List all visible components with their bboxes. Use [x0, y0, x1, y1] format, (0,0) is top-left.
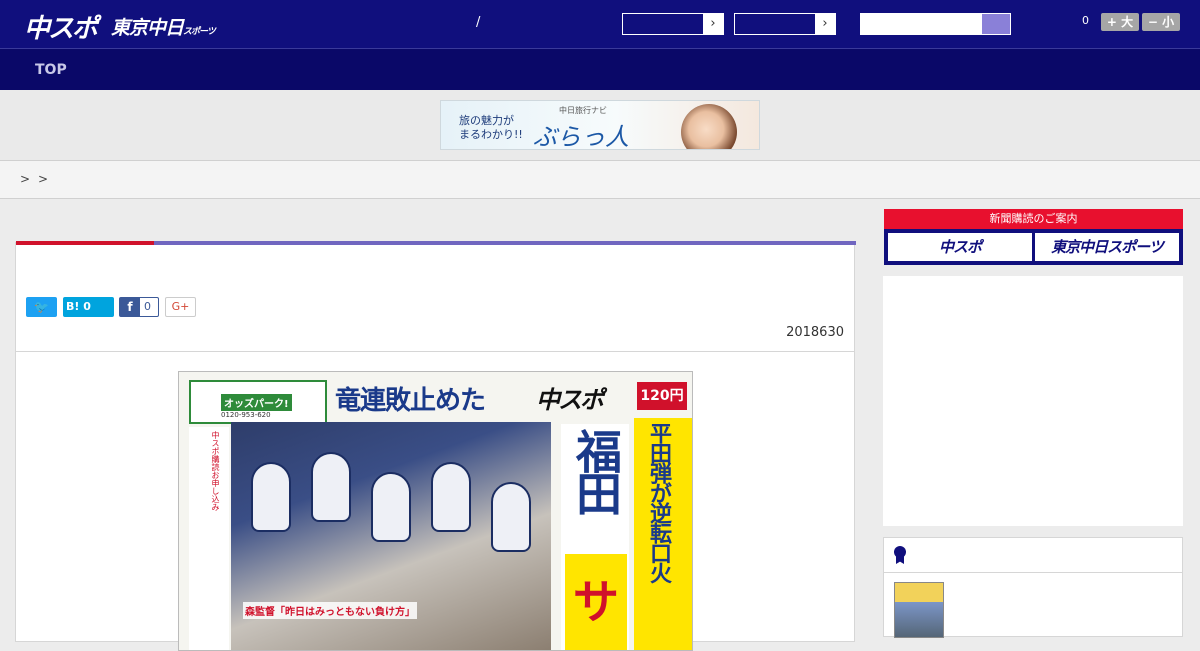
ranking-medal-icon — [894, 546, 906, 566]
ad-sub: 中日旅行ナビ — [559, 106, 607, 115]
subscribe-chuspo-button[interactable]: 中スポ — [888, 233, 1032, 261]
font-larger-button[interactable]: + 大 — [1101, 13, 1139, 31]
paper-right-column: 平田弾が逆転口火 — [634, 418, 692, 650]
chuspo-logo[interactable]: 中スポ — [24, 8, 98, 45]
subscription-buttons: 中スポ 東京中日スポーツ — [884, 229, 1183, 265]
travel-ad-banner[interactable]: 旅の魅力が まるわかり!! 中日旅行ナビ ぶらっ人 — [440, 100, 760, 150]
search-button[interactable] — [982, 14, 1010, 34]
subscription-box: 新聞購読のご案内 中スポ 東京中日スポーツ — [884, 209, 1183, 265]
chevron-right-icon: › — [815, 14, 835, 34]
facebook-share-button[interactable]: f 0 — [119, 297, 159, 317]
newspaper-front-page-image[interactable]: オッズパーク! 0120-953-620 竜連敗止めた 中スポ 120円 中スポ… — [178, 371, 693, 651]
article-accent-red — [16, 241, 154, 245]
medal-ribbon — [896, 556, 904, 564]
twitter-icon: 🐦 — [34, 300, 49, 314]
paper-ad-label: オッズパーク! — [221, 394, 292, 411]
category-select-1[interactable]: › — [622, 13, 724, 35]
article-card: 🐦 B! 0 f 0 G+ 2018630 オッズパーク! 0120-953-6… — [15, 241, 856, 651]
twitter-share-button[interactable]: 🐦 — [26, 297, 57, 317]
article-accent-purple — [154, 241, 856, 245]
chevron-right-icon: › — [703, 14, 723, 34]
ad-line2: まるわかり!! — [459, 128, 523, 141]
player-figure — [491, 482, 531, 552]
paper-price: 120円 — [637, 382, 687, 410]
paper-odds-ad: オッズパーク! 0120-953-620 — [189, 380, 327, 424]
nav-top-link[interactable]: TOP — [35, 62, 67, 78]
divider — [884, 572, 1182, 573]
paper-big-name: 福田 — [569, 428, 623, 512]
font-smaller-button[interactable]: − 小 — [1142, 13, 1180, 31]
sidebar-ad-slot[interactable] — [883, 276, 1183, 526]
facebook-count: 0 — [144, 300, 151, 313]
header-slash: / — [476, 15, 481, 30]
player-figure — [371, 472, 411, 542]
google-plus-button[interactable]: G+ — [165, 297, 196, 317]
category-select-2[interactable]: › — [734, 13, 836, 35]
paper-side-column: 中スポ購読お申し込み — [189, 427, 229, 650]
ad-brand: ぶらっ人 — [533, 123, 629, 150]
subscription-heading: 新聞購読のご案内 — [989, 212, 1078, 225]
subscribe-tokyo-button[interactable]: 東京中日スポーツ — [1035, 233, 1179, 261]
tokyo-chunichi-logo[interactable]: 東京中日スポーツ — [111, 13, 216, 40]
breadcrumb-separator: > — [38, 172, 49, 186]
hatena-bookmark-button[interactable]: B! 0 — [63, 297, 114, 317]
paper-side-text: 中スポ購読お申し込み — [211, 431, 220, 511]
breadcrumb: > > — [0, 160, 1200, 199]
ad-band: 旅の魅力が まるわかり!! 中日旅行ナビ ぶらっ人 — [0, 90, 1200, 160]
paper-logo: 中スポ — [536, 386, 604, 414]
player-figure — [431, 462, 471, 532]
paper-sayonara: サヨ — [565, 554, 627, 650]
top-header: 中スポ 東京中日スポーツ / › › 0 + 大 − 小 — [0, 0, 1200, 48]
breadcrumb-separator: > — [20, 172, 31, 186]
font-size-count: 0 — [1082, 14, 1089, 27]
main-nav: TOP — [0, 48, 1200, 90]
paper-big-headline: 福田 サヨ — [561, 424, 629, 650]
ranking-widget — [883, 537, 1183, 638]
tokyo-logo-small: スポーツ — [183, 27, 216, 37]
tokyo-logo-text: 東京中日 — [111, 17, 184, 39]
ad-model-image — [681, 104, 737, 149]
paper-right-text: 平田弾が逆転口火 — [646, 422, 671, 582]
paper-ad-tel: 0120-953-620 — [221, 411, 271, 419]
search-input[interactable] — [860, 13, 1011, 35]
paper-subhead: 森監督「昨日はみっともない負け方」 — [243, 602, 417, 619]
paper-headline: 竜連敗止めた — [335, 386, 486, 416]
player-figure — [251, 462, 291, 532]
facebook-icon: f — [120, 298, 140, 316]
divider — [16, 351, 854, 352]
player-figure — [311, 452, 351, 522]
article-date: 2018630 — [786, 325, 844, 340]
